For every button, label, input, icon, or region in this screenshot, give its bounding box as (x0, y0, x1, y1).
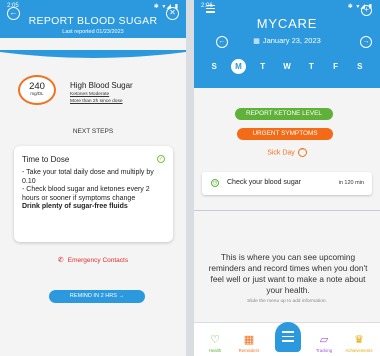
since-dose-link[interactable]: More than 2h since dose (70, 99, 133, 104)
next-day-icon[interactable]: → (360, 36, 372, 48)
calendar-icon: ▦ (253, 38, 260, 45)
info-text: This is where you can see upcoming remin… (208, 252, 368, 295)
reminder-text: Check your blood sugar (227, 179, 301, 186)
status-bar: 2:06 ✱ ▾◢ ▮ (194, 0, 380, 12)
current-date[interactable]: January 23, 2023 (263, 36, 321, 45)
sad-face-icon: ︶ (297, 148, 307, 157)
calendar-icon: ▦ (243, 334, 255, 346)
nav-achievements-label: Achievements (345, 348, 373, 353)
nav-tracking[interactable]: ▱ Tracking (309, 334, 339, 353)
menu-icon[interactable] (275, 322, 301, 352)
day-sunday[interactable]: S (207, 59, 222, 74)
blood-sugar-reading: 240 mg/DL (18, 75, 56, 105)
day-monday[interactable]: M (230, 59, 246, 74)
emergency-label: Emergency Contacts (67, 257, 129, 264)
reading-summary: High Blood Sugar Ketones Moderate More t… (70, 81, 133, 104)
header-wave (0, 50, 186, 60)
page-title: REPORT BLOOD SUGAR (28, 15, 158, 27)
card-line-3: Drink plenty of sugar-free fluids (22, 203, 128, 210)
close-icon[interactable]: ✕ (166, 7, 179, 20)
nav-health[interactable]: ♡ Health (200, 334, 230, 353)
reading-unit: mg/DL (30, 91, 44, 96)
day-saturday[interactable]: S (352, 59, 367, 74)
report-blood-sugar-screen: 2:05 ✱ ▾◢ ▮ ← REPORT BLOOD SUGAR Last re… (0, 0, 186, 356)
day-thursday[interactable]: T (304, 59, 319, 74)
nav-tracking-label: Tracking (315, 348, 333, 353)
slide-hint: Slide the menu up to add information. (247, 299, 327, 304)
previous-day-icon[interactable]: ← (216, 36, 228, 48)
day-friday[interactable]: F (328, 59, 343, 74)
hamburger-icon[interactable] (206, 5, 215, 15)
sick-day-label: Sick Day (267, 149, 295, 157)
week-strip: S M T W T F S (194, 59, 380, 74)
bottom-nav: ♡ Health ▦ Reminders ▱ Tracking ♛ Achievemen… (194, 322, 380, 356)
card-title: Time to Dose (22, 155, 70, 164)
screens: 2:05 ✱ ▾◢ ▮ ← REPORT BLOOD SUGAR Last re… (0, 0, 380, 356)
add-icon[interactable]: + (361, 5, 372, 16)
reminder-item[interactable]: ◷ Check your blood sugar in 120 min (202, 172, 372, 195)
status-bar: 2:05 ✱ ▾◢ ▮ (0, 0, 186, 12)
urgent-symptoms-button[interactable]: URGENT SYMPTOMS (237, 128, 333, 140)
header: 2:05 ✱ ▾◢ ▮ ← REPORT BLOOD SUGAR Last re… (0, 0, 186, 38)
mycare-screen: 2:06 ✱ ▾◢ ▮ + MYCARE ← ▦January 23, 2023… (194, 0, 380, 356)
nav-reminders-label: Reminders (238, 348, 260, 353)
phone-icon: ✆ (57, 257, 64, 264)
day-wednesday[interactable]: W (279, 59, 294, 74)
chart-icon: ▱ (319, 334, 329, 346)
heart-diamond-icon: ♡ (210, 334, 220, 346)
reminder-time: in 120 min (338, 180, 364, 186)
header: 2:06 ✱ ▾◢ ▮ + MYCARE ← ▦January 23, 2023… (194, 0, 380, 88)
time-to-dose-card: Time to Dose ✓ - Take your total daily d… (14, 146, 173, 242)
next-steps-label: NEXT STEPS (72, 128, 114, 135)
trophy-icon: ♛ (354, 334, 364, 346)
nav-reminders[interactable]: ▦ Reminders (234, 334, 264, 353)
divider (194, 210, 380, 211)
day-tuesday[interactable]: T (255, 59, 270, 74)
ketones-link[interactable]: Ketones Moderate (70, 92, 133, 97)
app-title: MYCARE (256, 16, 318, 31)
card-line-1: - Take your total daily dose and multipl… (22, 169, 154, 185)
remind-button[interactable]: REMIND IN 2 HRS → (49, 290, 145, 303)
report-ketone-button[interactable]: REPORT KETONE LEVEL (235, 108, 333, 120)
date-row: ← ▦ January 23, 2023 → (194, 36, 380, 50)
back-icon[interactable]: ← (7, 7, 20, 20)
clock-icon: ◷ (211, 179, 219, 187)
nav-health-label: Health (208, 348, 222, 353)
nav-achievements[interactable]: ♛ Achievements (344, 334, 374, 353)
check-circle-icon[interactable]: ✓ (157, 155, 165, 163)
emergency-contacts-link[interactable]: ✆ Emergency Contacts (0, 256, 186, 264)
page-subtitle: Last reported 01/23/2023 (62, 29, 124, 35)
reading-value: 240 (29, 81, 45, 92)
summary-heading: High Blood Sugar (70, 81, 133, 90)
sick-day-toggle[interactable]: Sick Day ︶ (194, 148, 380, 157)
card-line-2: - Check blood sugar and ketones every 2 … (22, 186, 150, 202)
